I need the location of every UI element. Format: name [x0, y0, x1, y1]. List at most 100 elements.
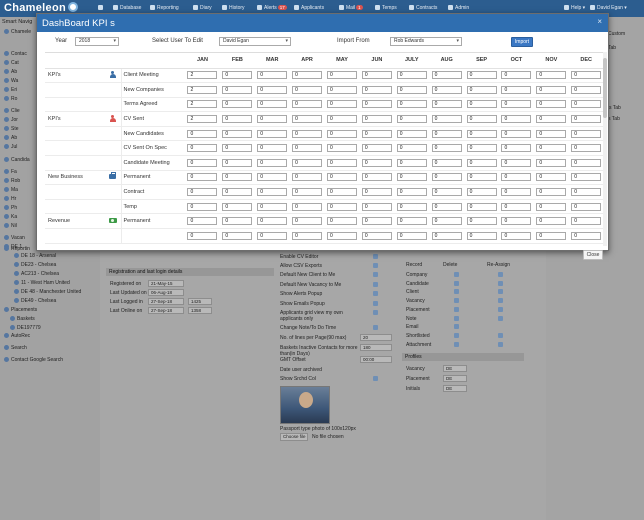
kpi-value-input[interactable]: 0 [361, 71, 392, 80]
kpi-value-input[interactable]: 0 [431, 144, 462, 153]
table-scrollbar[interactable] [603, 52, 607, 246]
kpi-value-input[interactable]: 0 [571, 85, 602, 94]
kpi-value-input[interactable]: 0 [431, 158, 462, 167]
right-panel-item[interactable]: s Tab [608, 116, 620, 122]
kpi-value-input[interactable]: 0 [361, 231, 392, 240]
user-menu[interactable]: David Egan ▾ [590, 5, 627, 11]
kpi-value-input[interactable]: 0 [327, 71, 357, 80]
sidebar-item[interactable]: Ka [4, 214, 17, 220]
kpi-value-input[interactable]: 0 [222, 129, 253, 138]
kpi-value-input[interactable]: 0 [222, 71, 253, 80]
kpi-value-input[interactable]: 0 [396, 158, 427, 167]
sidebar-item[interactable]: Clie [4, 108, 20, 114]
kpi-value-input[interactable]: 0 [222, 100, 253, 109]
kpi-value-input[interactable]: 0 [536, 202, 567, 211]
choose-file-button[interactable]: Choose file [280, 433, 308, 441]
setting-checkbox[interactable] [373, 272, 378, 277]
kpi-value-input[interactable]: 0 [501, 158, 532, 167]
kpi-value-input[interactable]: 0 [536, 188, 567, 197]
kpi-value-input[interactable]: 0 [396, 188, 427, 197]
nav-item-mail[interactable]: Mail 1 [339, 5, 363, 11]
kpi-value-input[interactable]: 0 [222, 158, 253, 167]
nav-item-reporting[interactable]: Reporting [150, 5, 179, 11]
reassign-checkbox[interactable] [498, 280, 503, 286]
kpi-value-input[interactable]: 0 [361, 129, 392, 138]
kpi-value-input[interactable]: 0 [361, 158, 392, 167]
right-panel-item[interactable]: Custom [608, 31, 625, 37]
sidebar-item[interactable]: Chamele [4, 29, 31, 35]
kpi-value-input[interactable]: 0 [571, 202, 602, 211]
kpi-value-input[interactable]: 0 [536, 85, 567, 94]
kpi-value-input[interactable]: 0 [257, 100, 288, 109]
sidebar-item[interactable]: DE 18 - Arsenal [14, 253, 56, 259]
kpi-value-input[interactable]: 0 [187, 231, 218, 240]
kpi-value-input[interactable]: 0 [466, 202, 497, 211]
kpi-value-input[interactable]: 0 [396, 202, 427, 211]
kpi-value-input[interactable]: 0 [536, 231, 567, 240]
setting-checkbox[interactable] [373, 325, 378, 330]
kpi-value-input[interactable]: 0 [536, 217, 567, 226]
kpi-value-input[interactable]: 0 [501, 202, 532, 211]
kpi-value-input[interactable]: 0 [327, 85, 357, 94]
sidebar-item[interactable]: 11 - West Ham United [14, 280, 70, 286]
kpi-value-input[interactable]: 0 [536, 173, 567, 182]
kpi-value-input[interactable]: 0 [292, 129, 323, 138]
kpi-value-input[interactable]: 2 [187, 115, 218, 124]
kpi-value-input[interactable]: 0 [431, 202, 462, 211]
kpi-value-input[interactable]: 0 [222, 202, 253, 211]
setting-checkbox[interactable] [373, 291, 378, 296]
nav-item-history[interactable]: History [222, 5, 245, 11]
sidebar-item[interactable]: Ab [4, 135, 17, 141]
sidebar-item[interactable]: DE49 - Chelsea [14, 298, 56, 304]
kpi-value-input[interactable]: 0 [431, 231, 462, 240]
kpi-value-input[interactable]: 0 [536, 100, 567, 109]
kpi-value-input[interactable]: 0 [327, 100, 357, 109]
kpi-value-input[interactable]: 0 [257, 144, 288, 153]
sidebar-item[interactable]: Ab [4, 69, 17, 75]
nav-item-applicants[interactable]: Applicants [294, 5, 324, 11]
reassign-checkbox[interactable] [498, 341, 503, 347]
setting-checkbox[interactable] [373, 263, 378, 268]
import-button[interactable]: Import [511, 37, 533, 47]
setting-checkbox[interactable] [373, 282, 378, 287]
sidebar-item[interactable]: DE197779 [10, 325, 41, 331]
sidebar-item[interactable]: Ph [4, 205, 17, 211]
nav-item-contracts[interactable]: Contracts [409, 5, 437, 11]
kpi-value-input[interactable]: 0 [292, 85, 323, 94]
sidebar-item[interactable]: Ma [4, 187, 18, 193]
kpi-value-input[interactable]: 0 [292, 158, 323, 167]
delete-checkbox[interactable] [454, 324, 459, 330]
nav-item-alerts[interactable]: Alerts 17 [257, 5, 287, 11]
kpi-value-input[interactable]: 0 [536, 144, 567, 153]
kpi-value-input[interactable]: 0 [466, 85, 497, 94]
right-panel-item[interactable]: Tab [608, 45, 616, 51]
kpi-value-input[interactable]: 2 [187, 100, 218, 109]
kpi-value-input[interactable]: 0 [466, 144, 497, 153]
sidebar-item[interactable]: Hr [4, 196, 16, 202]
kpi-value-input[interactable]: 0 [187, 217, 218, 226]
kpi-value-input[interactable]: 0 [431, 71, 462, 80]
kpi-value-input[interactable]: 0 [396, 217, 427, 226]
kpi-value-input[interactable]: 0 [292, 173, 323, 182]
user-select[interactable]: David Egan ▾ [219, 37, 291, 46]
kpi-value-input[interactable]: 0 [361, 217, 392, 226]
kpi-value-input[interactable]: 0 [396, 100, 427, 109]
kpi-value-input[interactable]: 0 [292, 71, 323, 80]
kpi-value-input[interactable]: 0 [466, 231, 497, 240]
kpi-value-input[interactable]: 0 [466, 188, 497, 197]
kpi-value-input[interactable]: 0 [501, 100, 532, 109]
kpi-value-input[interactable]: 0 [466, 115, 497, 124]
close-icon[interactable]: × [597, 17, 602, 26]
delete-checkbox[interactable] [454, 315, 459, 321]
kpi-value-input[interactable]: 0 [501, 217, 532, 226]
setting-checkbox[interactable] [373, 254, 378, 259]
kpi-value-input[interactable]: 0 [571, 158, 602, 167]
sidebar-item[interactable]: Cat [4, 60, 19, 66]
kpi-table-container[interactable]: JAN FEB MAR APR MAY JUN JULY AUG SEP OCT NOV DEC KP… [45, 52, 604, 246]
sidebar-item[interactable]: DE23 - Chelsea [14, 262, 56, 268]
kpi-value-input[interactable]: 0 [536, 115, 567, 124]
kpi-value-input[interactable]: 0 [536, 129, 567, 138]
kpi-value-input[interactable]: 0 [327, 115, 357, 124]
kpi-value-input[interactable]: 0 [396, 85, 427, 94]
kpi-value-input[interactable]: 0 [466, 129, 497, 138]
